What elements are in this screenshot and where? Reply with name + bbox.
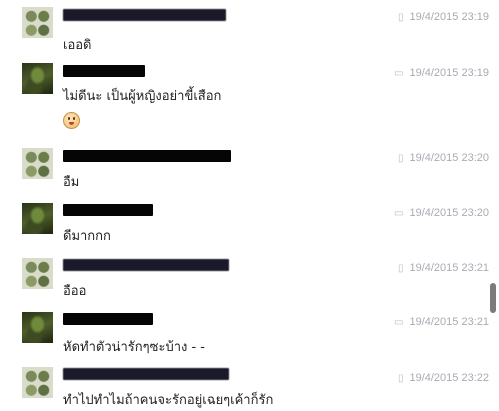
redacted-sender-name — [63, 204, 153, 216]
chat-icon: ▭ — [394, 68, 404, 79]
timestamp: ▭ 19/4/2015 23:20 — [394, 207, 489, 219]
timestamp: ▯ 19/4/2015 23:19 — [397, 11, 489, 23]
message-text: ทำไปทำไมถ้าคนจะรักอยู่เฉยๆเค้าก็รัก — [63, 393, 274, 408]
avatar[interactable] — [22, 367, 53, 398]
redacted-sender-name — [63, 150, 231, 162]
mobile-icon: ▯ — [397, 153, 404, 164]
message-text: อืม — [63, 175, 80, 190]
redacted-sender-name — [63, 65, 145, 77]
scrollbar-thumb[interactable] — [490, 283, 496, 313]
message-text: ดีมากกก — [63, 229, 111, 244]
redacted-sender-name — [63, 313, 153, 325]
mobile-icon: ▯ — [397, 373, 404, 384]
mobile-icon: ▯ — [397, 263, 404, 274]
avatar[interactable] — [22, 7, 53, 38]
avatar[interactable] — [22, 312, 53, 343]
timestamp: ▭ 19/4/2015 23:21 — [394, 316, 489, 328]
redacted-sender-name — [63, 259, 229, 271]
message-text: อืออ — [63, 284, 87, 299]
message-text: หัดทำตัวน่ารักๆซะบ้าง - - — [63, 340, 205, 355]
mobile-icon: ▯ — [397, 12, 404, 23]
tongue-out-emoji-icon — [63, 112, 80, 129]
redacted-sender-name — [63, 9, 226, 21]
message-text: เออดิ — [63, 38, 92, 53]
chat-icon: ▭ — [394, 208, 404, 219]
timestamp: ▭ 19/4/2015 23:19 — [394, 67, 489, 79]
redacted-sender-name — [63, 368, 229, 380]
avatar[interactable] — [22, 203, 53, 234]
timestamp: ▯ 19/4/2015 23:20 — [397, 152, 489, 164]
message-text: ไม่ดีนะ เป็นผู้หญิงอย่าขี้เสือก — [63, 89, 222, 104]
avatar[interactable] — [22, 63, 53, 94]
timestamp: ▯ 19/4/2015 23:22 — [397, 372, 489, 384]
avatar[interactable] — [22, 148, 53, 179]
chat-icon: ▭ — [394, 317, 404, 328]
timestamp: ▯ 19/4/2015 23:21 — [397, 262, 489, 274]
avatar[interactable] — [22, 258, 53, 289]
